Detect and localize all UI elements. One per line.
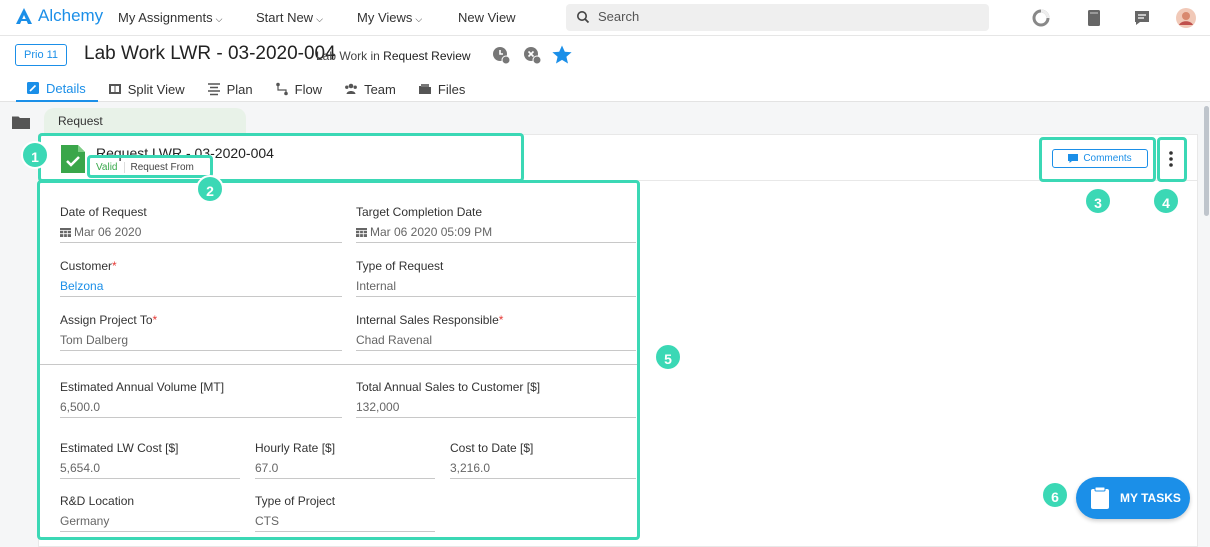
notebook-icon[interactable] — [1084, 8, 1104, 28]
record-tabs: Details Split View Plan Flow Team Files — [16, 76, 477, 102]
page-title: Lab Work LWR - 03-2020-004 — [84, 43, 336, 64]
nav-start-new[interactable]: Start New ⌵ — [256, 10, 323, 25]
nav-my-assignments[interactable]: My Assignments ⌵ — [118, 10, 222, 25]
scrollbar[interactable] — [1204, 106, 1209, 216]
tab-files[interactable]: Files — [408, 76, 477, 102]
chevron-down-icon: ⌵ — [215, 14, 223, 24]
split-view-icon — [108, 84, 121, 94]
clock-icon[interactable] — [490, 44, 512, 66]
search-box[interactable] — [566, 4, 989, 31]
nav-my-views[interactable]: My Views ⌵ — [357, 10, 422, 25]
chevron-down-icon: ⌵ — [316, 14, 323, 24]
annotation-number-3: 3 — [1084, 187, 1112, 215]
chat-icon[interactable] — [1132, 8, 1152, 28]
annotation-box-4 — [1157, 137, 1187, 182]
plan-icon — [207, 83, 220, 96]
star-icon[interactable] — [551, 44, 573, 66]
annotation-number-1: 1 — [21, 141, 49, 169]
chevron-down-icon: ⌵ — [415, 14, 423, 24]
breadcrumb[interactable]: Request — [44, 108, 246, 134]
app-name: Alchemy — [38, 6, 104, 25]
annotation-number-6: 6 — [1041, 481, 1069, 509]
search-icon — [577, 11, 590, 24]
avatar[interactable] — [1176, 8, 1196, 28]
nav-new-view[interactable]: New View — [458, 10, 516, 25]
annotation-number-2: 2 — [196, 175, 224, 203]
tab-flow[interactable]: Flow — [265, 76, 334, 102]
cancel-icon[interactable] — [521, 44, 543, 66]
my-tasks-button[interactable]: MY TASKS — [1076, 477, 1190, 519]
tab-team[interactable]: Team — [334, 76, 408, 102]
files-icon — [418, 84, 431, 94]
folder-icon[interactable] — [12, 115, 30, 129]
flow-icon — [275, 82, 288, 96]
annotation-box-3 — [1039, 137, 1156, 182]
tab-details[interactable]: Details — [16, 76, 98, 102]
record-header: Prio 11 Lab Work LWR - 03-2020-004 Lab W… — [0, 36, 1210, 102]
team-icon — [345, 83, 357, 94]
top-bar: Alchemy My Assignments ⌵ Start New ⌵ My Vi… — [0, 0, 1210, 36]
annotation-number-4: 4 — [1152, 187, 1180, 215]
clipboard-icon — [1091, 487, 1109, 509]
annotation-box-2 — [87, 155, 213, 178]
loading-icon[interactable] — [1031, 8, 1051, 28]
alchemy-logo-icon — [16, 8, 32, 24]
annotation-box-5 — [37, 180, 640, 540]
tab-plan[interactable]: Plan — [197, 76, 265, 102]
app-logo[interactable]: Alchemy — [14, 6, 103, 26]
search-input[interactable] — [598, 9, 958, 24]
annotation-number-5: 5 — [654, 343, 682, 371]
details-icon — [27, 82, 39, 94]
priority-badge[interactable]: Prio 11 — [15, 44, 68, 66]
tab-split-view[interactable]: Split View — [98, 76, 197, 102]
record-status-text: Lab Work in Request Review — [316, 49, 471, 63]
